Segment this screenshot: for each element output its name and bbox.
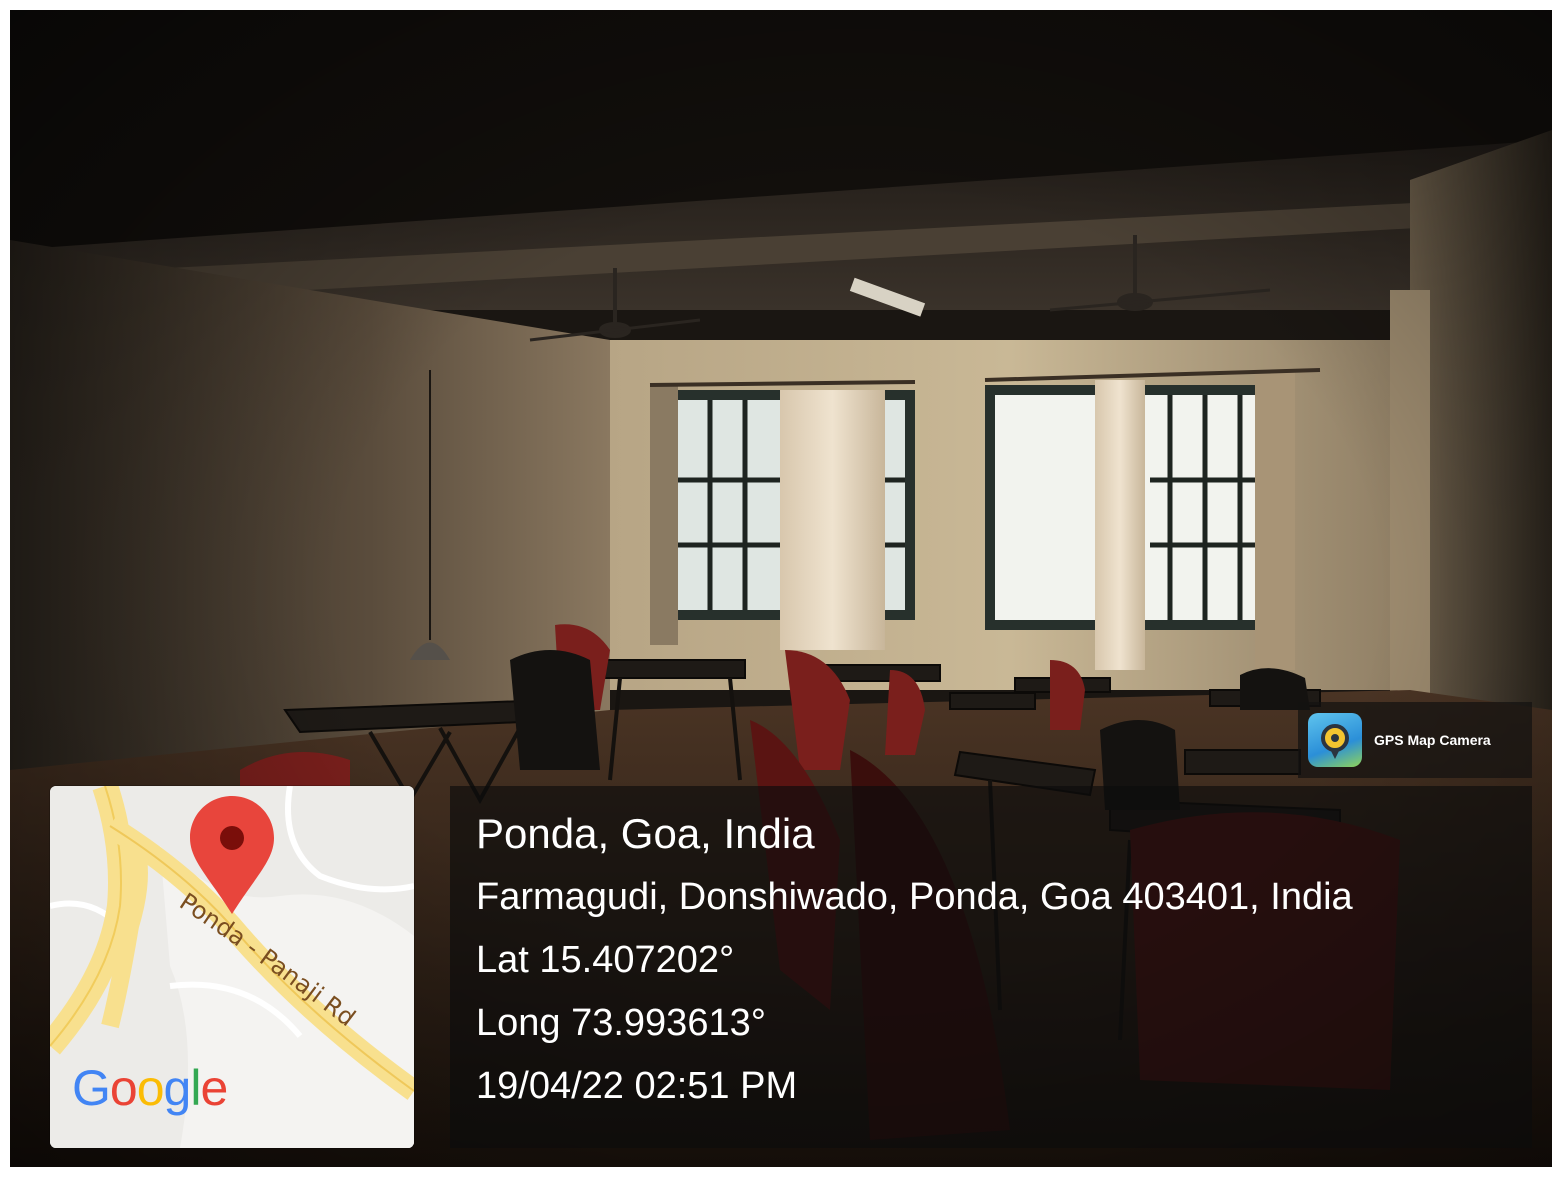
location-address: Farmagudi, Donshiwado, Ponda, Goa 403401… [476,876,1353,918]
datetime-text: 19/04/22 02:51 PM [476,1065,798,1107]
google-logo-letter: o [109,1060,138,1116]
google-logo: Google [72,1058,228,1118]
google-logo-letter: e [200,1060,228,1116]
location-title: Ponda, Goa, India [476,810,815,857]
app-badge: GPS Map Camera [1298,702,1532,778]
location-info-panel: Ponda, Goa, India Farmagudi, Donshiwado,… [450,786,1532,1148]
app-name: GPS Map Camera [1374,732,1491,748]
map-thumbnail: Ponda - Panaji Rd Google [50,786,414,1148]
google-logo-letter: l [190,1060,201,1116]
gps-map-camera-icon [1308,713,1362,767]
google-logo-letter: o [136,1060,165,1116]
google-logo-letter: G [72,1060,111,1116]
photo-frame: GPS Map Camera Ponda, Goa, India Farmagu… [10,10,1552,1167]
longitude-text: Long 73.993613° [476,1002,766,1044]
google-logo-letter: g [163,1060,192,1116]
latitude-text: Lat 15.407202° [476,939,735,981]
